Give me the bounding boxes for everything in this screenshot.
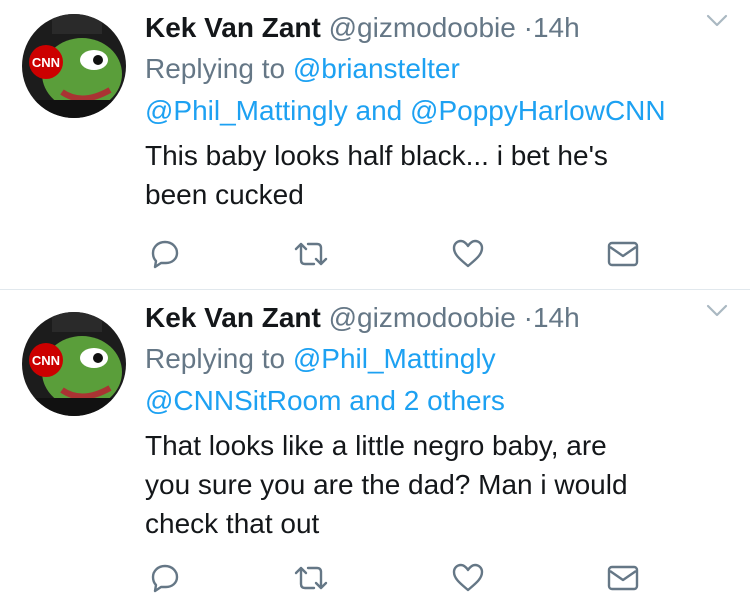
tweet-actions <box>145 234 750 274</box>
separator: · <box>523 12 533 43</box>
avatar-badge-text: CNN <box>32 55 60 70</box>
mention-link[interactable]: 2 others <box>404 385 505 416</box>
display-name[interactable]: Kek Van Zant <box>145 302 321 333</box>
tweet-content: Kek Van Zant @gizmodoobie ·14h Replying … <box>145 8 730 214</box>
timestamp[interactable]: 14h <box>533 12 580 43</box>
tweet-text-line: you sure you are the dad? Man i would <box>145 469 628 500</box>
retweet-icon[interactable] <box>291 234 331 274</box>
tweet[interactable]: CNN Kek Van Zant @gizmodoobie ·14h Reply… <box>0 0 750 290</box>
mention-link[interactable]: @PoppyHarlowCNN <box>410 95 666 126</box>
mention-link[interactable]: @brianstelter <box>293 53 460 84</box>
mention-link[interactable]: @CNNSitRoom <box>145 385 341 416</box>
heart-icon[interactable] <box>448 558 488 598</box>
mention-and: and <box>349 385 396 416</box>
display-name[interactable]: Kek Van Zant <box>145 12 321 43</box>
replying-to: Replying to @Phil_Mattingly @CNNSitRoom … <box>145 338 730 422</box>
tweet-text-line: been cucked <box>145 179 304 210</box>
avatar[interactable]: CNN <box>22 14 126 118</box>
tweet-header: Kek Van Zant @gizmodoobie ·14h <box>145 8 730 48</box>
heart-icon[interactable] <box>448 234 488 274</box>
chevron-down-icon[interactable] <box>706 304 728 323</box>
avatar[interactable]: CNN <box>22 312 126 416</box>
replying-to: Replying to @brianstelter @Phil_Mattingl… <box>145 48 730 132</box>
chevron-down-icon[interactable] <box>706 14 728 33</box>
tweet-actions <box>145 558 750 598</box>
reply-icon[interactable] <box>145 234 185 274</box>
tweet-header: Kek Van Zant @gizmodoobie ·14h <box>145 298 730 338</box>
handle[interactable]: @gizmodoobie <box>329 12 516 43</box>
tweet-text-line: That looks like a little negro baby, are <box>145 430 607 461</box>
tweet-text-line: check that out <box>145 508 320 539</box>
avatar-badge-text: CNN <box>32 353 60 368</box>
tweet-text-line: This baby looks half black... i bet he's <box>145 140 608 171</box>
handle[interactable]: @gizmodoobie <box>329 302 516 333</box>
mention-link[interactable]: @Phil_Mattingly <box>293 343 496 374</box>
tweet-content: Kek Van Zant @gizmodoobie ·14h Replying … <box>145 298 730 543</box>
tweet[interactable]: CNN Kek Van Zant @gizmodoobie ·14h Reply… <box>0 290 750 616</box>
timestamp[interactable]: 14h <box>533 302 580 333</box>
separator: · <box>523 302 533 333</box>
envelope-icon[interactable] <box>603 558 643 598</box>
reply-icon[interactable] <box>145 558 185 598</box>
envelope-icon[interactable] <box>603 234 643 274</box>
mention-link[interactable]: @Phil_Mattingly <box>145 95 348 126</box>
replying-prefix: Replying to <box>145 343 286 374</box>
replying-prefix: Replying to <box>145 53 286 84</box>
retweet-icon[interactable] <box>291 558 331 598</box>
tweet-text: That looks like a little negro baby, are… <box>145 426 730 543</box>
tweet-text: This baby looks half black... i bet he's… <box>145 136 730 214</box>
mention-and: and <box>355 95 403 126</box>
